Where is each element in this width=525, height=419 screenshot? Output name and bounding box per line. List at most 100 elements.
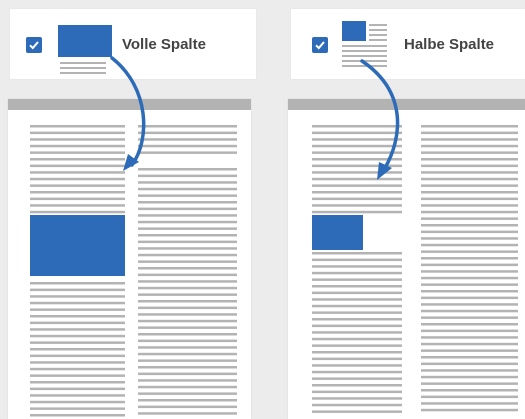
text-line [138,306,237,310]
text-line [138,260,237,263]
text-line [421,131,518,135]
text-line [138,333,237,336]
document-layout-full [30,125,237,417]
image-placeholder [30,215,125,276]
text-line [30,184,125,187]
text-line [312,344,402,347]
text-line [30,204,125,207]
text-line [30,341,125,344]
text-line [421,323,518,326]
text-line [421,309,518,313]
text-line [30,301,125,305]
text-line [421,197,518,201]
text-line [30,138,125,141]
text-line [138,234,237,237]
text-line [421,316,518,319]
text-line [138,352,237,356]
text-line [421,158,518,161]
text-line [138,346,237,349]
text-line [312,324,402,328]
text-line [312,171,402,174]
option-full-column[interactable]: Volle Spalte [10,9,256,79]
text-line [421,164,518,168]
text-line [30,171,125,174]
text-line [421,402,518,405]
text-line [421,276,518,280]
text-line [421,237,518,240]
text-line [30,354,125,358]
text-line [138,405,237,409]
text-line [421,395,518,399]
full-column-checkbox[interactable] [26,37,42,53]
text-line [312,252,402,255]
text-line [312,377,402,380]
text-line [312,403,402,407]
text-line [138,326,237,329]
text-line [312,285,402,288]
text-line [138,181,237,184]
text-line [421,144,518,148]
text-line [138,247,237,250]
text-line [421,250,518,253]
text-line [138,339,237,343]
text-line [30,414,125,417]
text-line [421,369,518,372]
text-line [421,217,518,220]
text-line [312,138,402,141]
document-preview-full-column [8,99,251,419]
text-line [30,381,125,384]
text-line [138,293,237,296]
text-line [421,138,518,141]
text-line [421,177,518,181]
text-line [312,197,402,201]
text-line [30,315,125,318]
document-preview-half-column [288,99,525,419]
text-line [421,356,518,359]
text-line [421,303,518,306]
checkmark-icon [315,41,325,50]
text-line [421,329,518,333]
half-column-checkbox[interactable] [312,37,328,53]
text-line [30,361,125,364]
text-line [312,357,402,361]
option-half-column[interactable]: Halbe Spalte [291,9,525,79]
text-line [312,370,402,374]
text-line [138,379,237,382]
text-line [312,390,402,394]
text-line [30,125,125,128]
text-line [312,131,402,135]
text-line [421,204,518,207]
image-placeholder [312,215,363,250]
half-column-image-icon [342,21,387,71]
text-line [30,288,125,292]
text-line [138,201,237,204]
text-line [421,243,518,247]
text-line [312,298,402,301]
text-line [30,308,125,311]
text-line [30,164,125,168]
text-line [30,191,125,194]
text-line [421,151,518,154]
full-column-label: Volle Spalte [122,36,206,53]
text-line [312,210,402,214]
text-line [312,410,402,413]
text-line [138,412,237,415]
text-line [312,151,402,154]
text-line [421,210,518,214]
text-line [312,177,402,181]
text-line [138,174,237,178]
document-layout-half [312,125,518,413]
text-line [312,204,402,207]
text-line [312,164,402,168]
text-line [312,384,402,387]
text-line [421,342,518,346]
document-header-bar [8,99,251,110]
text-line [138,273,237,277]
text-line [138,300,237,303]
checkmark-icon [29,41,39,50]
text-line [30,367,125,371]
text-line [421,184,518,187]
text-line [30,197,125,201]
text-line [138,253,237,257]
text-line [138,313,237,316]
